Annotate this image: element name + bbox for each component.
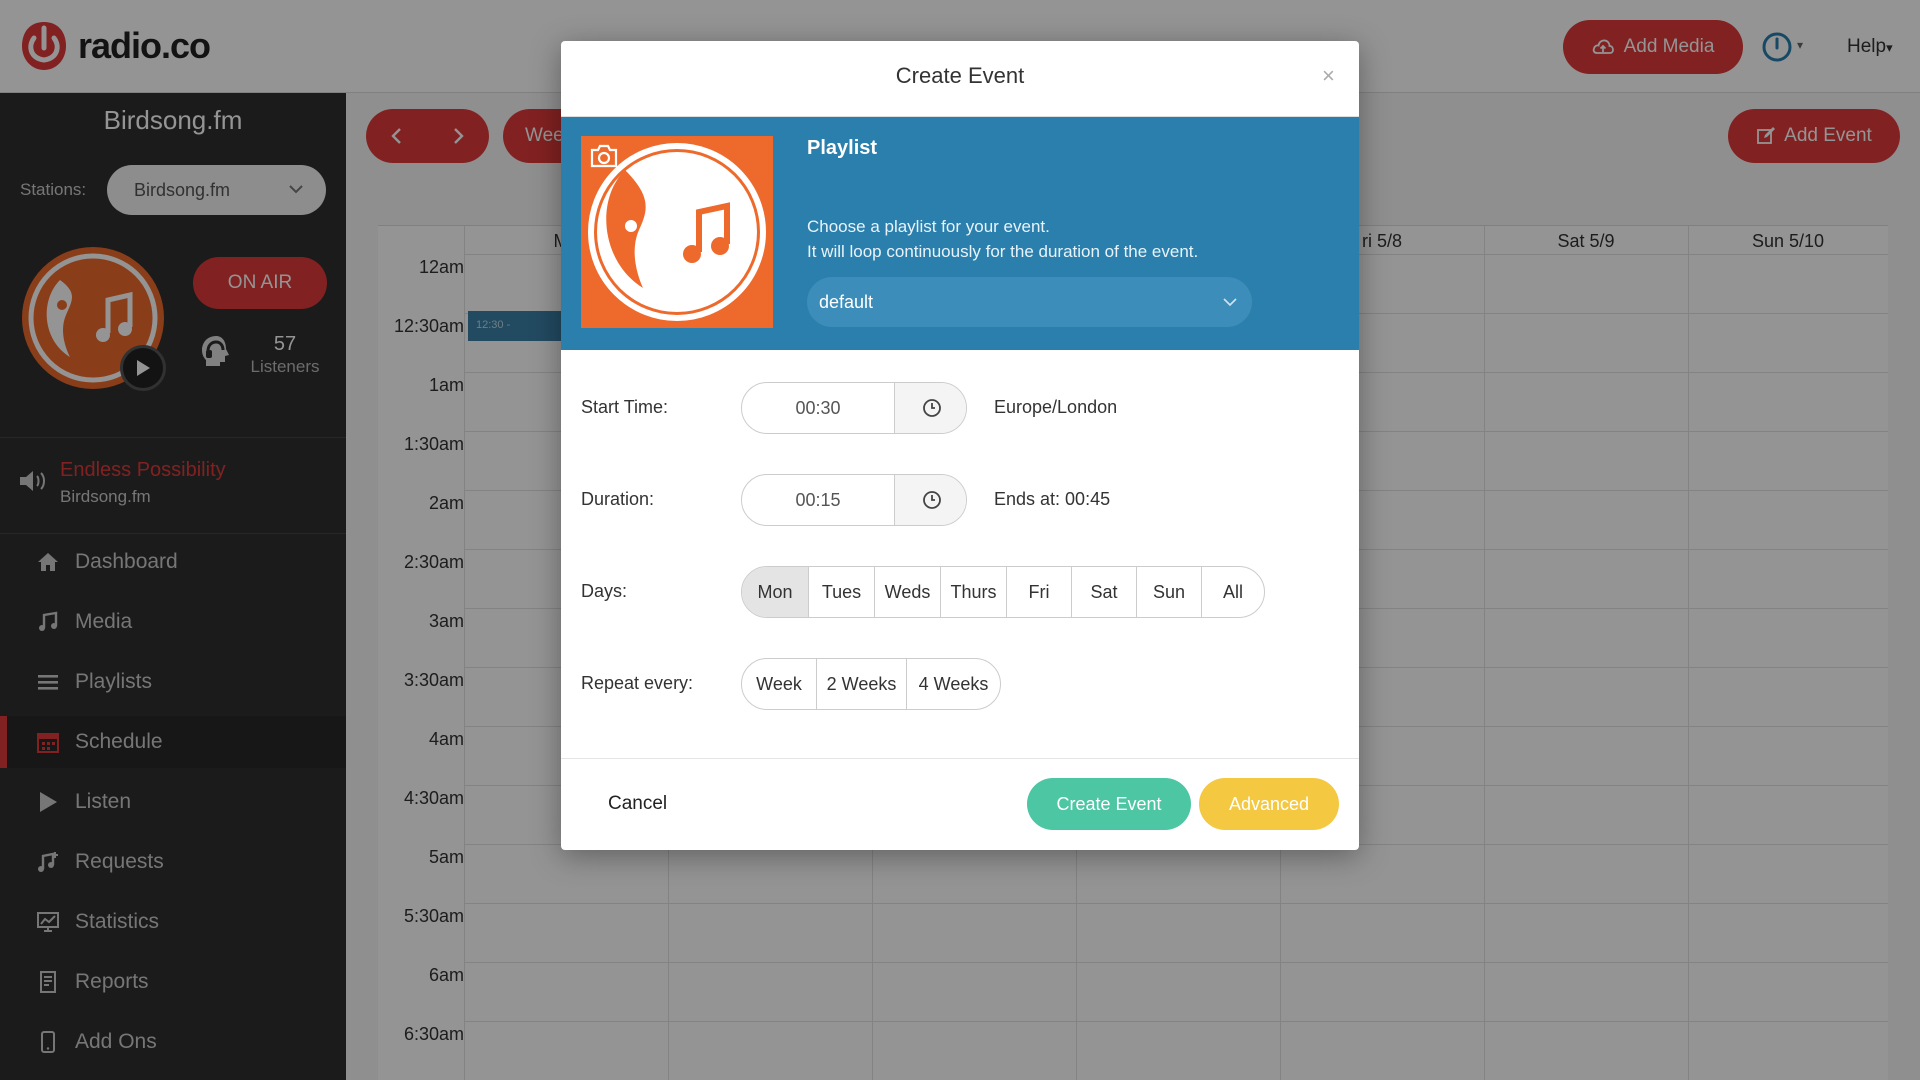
create-event-button[interactable]: Create Event [1027, 778, 1191, 830]
create-event-modal: Create Event × Playlist Choose a playlis… [561, 41, 1359, 850]
duration-value[interactable]: 00:15 [742, 475, 894, 525]
advanced-button[interactable]: Advanced [1199, 778, 1339, 830]
day-option-mon[interactable]: Mon [742, 567, 808, 617]
day-option-thurs[interactable]: Thurs [940, 567, 1006, 617]
clock-icon [922, 491, 941, 509]
duration-picker-button[interactable] [894, 475, 966, 525]
duration-input[interactable]: 00:15 [741, 474, 967, 526]
playlist-select[interactable]: default [807, 277, 1252, 327]
clock-icon [922, 399, 941, 417]
day-option-fri[interactable]: Fri [1006, 567, 1071, 617]
repeat-label: Repeat every: [581, 673, 694, 693]
modal-title: Create Event [895, 63, 1025, 88]
repeat-selector: Week 2 Weeks 4 Weeks [741, 658, 1001, 710]
close-icon[interactable]: × [1322, 63, 1335, 89]
start-time-value[interactable]: 00:30 [742, 383, 894, 433]
day-option-sat[interactable]: Sat [1071, 567, 1136, 617]
days-label: Days: [581, 581, 628, 601]
chevron-down-icon [1223, 298, 1237, 307]
repeat-option-week[interactable]: Week [742, 659, 816, 709]
start-time-input[interactable]: 00:30 [741, 382, 967, 434]
playlist-help-text: It will loop continuously for the durati… [807, 242, 1199, 261]
repeat-option-2-weeks[interactable]: 2 Weeks [816, 659, 906, 709]
start-time-picker-button[interactable] [894, 383, 966, 433]
playlist-select-value: default [819, 292, 874, 312]
day-option-all[interactable]: All [1201, 567, 1264, 617]
day-option-tues[interactable]: Tues [808, 567, 874, 617]
playlist-section: Playlist Choose a playlist for your even… [561, 116, 1359, 350]
camera-icon[interactable] [589, 144, 619, 168]
duration-label: Duration: [581, 489, 655, 509]
cancel-button[interactable]: Cancel [608, 793, 667, 815]
start-time-label: Start Time: [581, 397, 669, 417]
days-selector: Mon Tues Weds Thurs Fri Sat Sun All [741, 566, 1265, 618]
modal-footer-divider [561, 758, 1359, 759]
playlist-heading: Playlist [807, 137, 878, 159]
playlist-artwork[interactable] [581, 136, 773, 328]
timezone-label: Europe/London [994, 397, 1118, 417]
repeat-option-4-weeks[interactable]: 4 Weeks [906, 659, 1000, 709]
day-option-weds[interactable]: Weds [874, 567, 940, 617]
ends-at-label: Ends at: 00:45 [994, 489, 1111, 509]
day-option-sun[interactable]: Sun [1136, 567, 1201, 617]
playlist-help-text: Choose a playlist for your event. [807, 217, 1050, 236]
